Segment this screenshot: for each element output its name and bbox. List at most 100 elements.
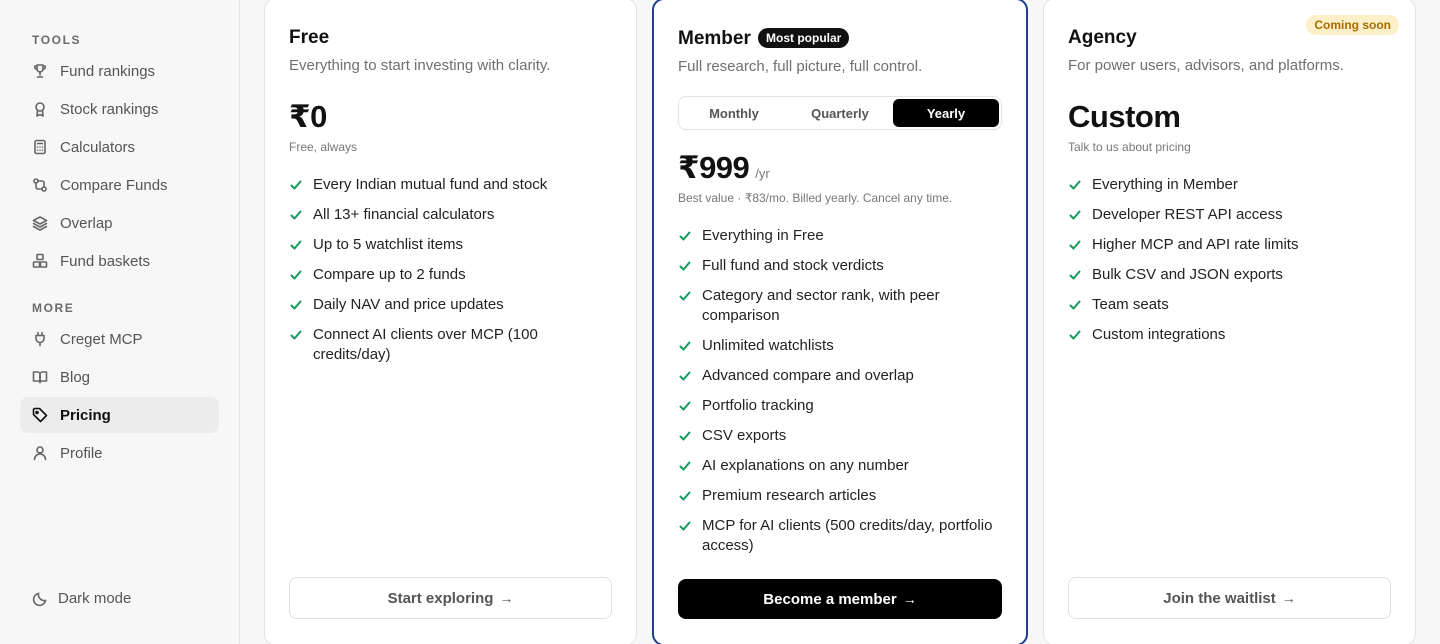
user-icon bbox=[32, 445, 48, 461]
join-waitlist-button[interactable]: Join the waitlist → bbox=[1068, 577, 1391, 619]
tag-icon bbox=[32, 407, 48, 423]
feature-text: Custom integrations bbox=[1092, 326, 1226, 343]
plan-price: ₹0 bbox=[289, 99, 327, 134]
button-label: Join the waitlist bbox=[1163, 589, 1276, 607]
check-icon bbox=[678, 229, 692, 243]
check-icon bbox=[678, 339, 692, 353]
boxes-icon bbox=[32, 253, 48, 269]
check-icon bbox=[678, 459, 692, 473]
sidebar-item-label: Calculators bbox=[60, 138, 136, 156]
feature-text: Developer REST API access bbox=[1092, 206, 1283, 223]
feature-text: Connect AI clients over MCP (100 credits… bbox=[313, 326, 538, 363]
sidebar-item-label: Fund baskets bbox=[60, 252, 151, 270]
plan-name: Member bbox=[678, 28, 751, 49]
sidebar-item-compare-funds[interactable]: Compare Funds bbox=[20, 167, 219, 203]
plan-card-free: Free Everything to start investing with … bbox=[264, 0, 637, 644]
check-icon bbox=[289, 298, 303, 312]
feature-item: Everything in Member bbox=[1068, 175, 1388, 195]
sidebar-item-calculators[interactable]: Calculators bbox=[20, 129, 219, 165]
feature-text: All 13+ financial calculators bbox=[313, 206, 495, 223]
button-label: Become a member bbox=[763, 590, 897, 608]
billing-option-monthly[interactable]: Monthly bbox=[681, 99, 787, 127]
feature-text: AI explanations on any number bbox=[702, 457, 909, 474]
check-icon bbox=[289, 268, 303, 282]
sidebar-item-profile[interactable]: Profile bbox=[20, 435, 219, 471]
feature-list: Everything in Free Full fund and stock ve… bbox=[678, 226, 1004, 566]
feature-item: Everything in Free bbox=[678, 226, 1004, 246]
sidebar-item-stock-rankings[interactable]: Stock rankings bbox=[20, 91, 219, 127]
feature-text: Compare up to 2 funds bbox=[313, 266, 466, 283]
plan-subtitle: For power users, advisors, and platforms… bbox=[1068, 57, 1344, 74]
sidebar-item-pricing[interactable]: Pricing bbox=[20, 397, 219, 433]
feature-list: Everything in Member Developer REST API a… bbox=[1068, 175, 1388, 355]
compare-icon bbox=[32, 177, 48, 193]
feature-text: Up to 5 watchlist items bbox=[313, 236, 464, 253]
check-icon bbox=[289, 208, 303, 222]
plan-name: Agency bbox=[1068, 27, 1137, 48]
feature-text: Advanced compare and overlap bbox=[702, 367, 914, 384]
sidebar-item-creget-mcp[interactable]: Creget MCP bbox=[20, 321, 219, 357]
sidebar-item-label: Pricing bbox=[60, 406, 111, 424]
check-icon bbox=[289, 238, 303, 252]
feature-text: Category and sector rank, with peer comp… bbox=[702, 287, 940, 324]
sidebar-item-fund-rankings[interactable]: Fund rankings bbox=[20, 53, 219, 89]
feature-item: Custom integrations bbox=[1068, 325, 1388, 345]
sidebar-item-label: Overlap bbox=[60, 214, 113, 232]
feature-item: Up to 5 watchlist items bbox=[289, 235, 609, 255]
feature-item: All 13+ financial calculators bbox=[289, 205, 609, 225]
more-section-title: MORE bbox=[32, 301, 75, 315]
feature-item: MCP for AI clients (500 credits/day, por… bbox=[678, 516, 1004, 556]
sidebar-item-label: Fund rankings bbox=[60, 62, 156, 80]
feature-text: Full fund and stock verdicts bbox=[702, 257, 884, 274]
check-icon bbox=[678, 489, 692, 503]
sidebar-item-label: Profile bbox=[60, 444, 103, 462]
most-popular-badge: Most popular bbox=[758, 28, 850, 48]
sidebar-item-blog[interactable]: Blog bbox=[20, 359, 219, 395]
sidebar-item-label: Stock rankings bbox=[60, 100, 159, 118]
dark-mode-toggle[interactable]: Dark mode bbox=[32, 590, 131, 607]
price-unit: /yr bbox=[755, 166, 770, 181]
feature-item: Category and sector rank, with peer comp… bbox=[678, 286, 1004, 326]
start-exploring-button[interactable]: Start exploring → bbox=[289, 577, 612, 619]
tools-section-title: TOOLS bbox=[32, 33, 82, 47]
feature-text: Portfolio tracking bbox=[702, 397, 814, 414]
coming-soon-badge: Coming soon bbox=[1306, 15, 1399, 35]
sidebar-item-fund-baskets[interactable]: Fund baskets bbox=[20, 243, 219, 279]
arrow-right-icon: → bbox=[499, 590, 514, 606]
plan-subtitle: Full research, full picture, full contro… bbox=[678, 58, 923, 75]
check-icon bbox=[1068, 328, 1082, 342]
feature-text: MCP for AI clients (500 credits/day, por… bbox=[702, 517, 993, 554]
check-icon bbox=[1068, 238, 1082, 252]
button-label: Start exploring bbox=[387, 589, 494, 607]
feature-item: Advanced compare and overlap bbox=[678, 366, 1004, 386]
plan-price-note: Free, always bbox=[289, 140, 358, 154]
sidebar-item-label: Creget MCP bbox=[60, 330, 143, 348]
feature-item: Daily NAV and price updates bbox=[289, 295, 609, 315]
layers-icon bbox=[32, 215, 48, 231]
check-icon bbox=[1068, 208, 1082, 222]
billing-period-toggle: Monthly Quarterly Yearly bbox=[678, 96, 1002, 130]
feature-item: AI explanations on any number bbox=[678, 456, 1004, 476]
sidebar-item-overlap[interactable]: Overlap bbox=[20, 205, 219, 241]
check-icon bbox=[1068, 178, 1082, 192]
check-icon bbox=[678, 429, 692, 443]
plan-price-note: Talk to us about pricing bbox=[1068, 140, 1191, 154]
feature-text: Premium research articles bbox=[702, 487, 877, 504]
plan-price-note: Best value · ₹83/mo. Billed yearly. Canc… bbox=[678, 191, 953, 205]
feature-item: Portfolio tracking bbox=[678, 396, 1004, 416]
plan-subtitle: Everything to start investing with clari… bbox=[289, 57, 551, 74]
feature-text: Bulk CSV and JSON exports bbox=[1092, 266, 1283, 283]
become-member-button[interactable]: Become a member → bbox=[678, 579, 1002, 619]
feature-text: Higher MCP and API rate limits bbox=[1092, 236, 1299, 253]
feature-item: Higher MCP and API rate limits bbox=[1068, 235, 1388, 255]
price-amount: ₹999 bbox=[678, 150, 750, 185]
billing-option-yearly[interactable]: Yearly bbox=[893, 99, 999, 127]
feature-text: Daily NAV and price updates bbox=[313, 296, 504, 313]
award-icon bbox=[32, 101, 48, 117]
book-icon bbox=[32, 369, 48, 385]
check-icon bbox=[678, 399, 692, 413]
billing-option-quarterly[interactable]: Quarterly bbox=[787, 99, 893, 127]
feature-item: Developer REST API access bbox=[1068, 205, 1388, 225]
check-icon bbox=[678, 369, 692, 383]
sidebar-item-label: Compare Funds bbox=[60, 176, 168, 194]
